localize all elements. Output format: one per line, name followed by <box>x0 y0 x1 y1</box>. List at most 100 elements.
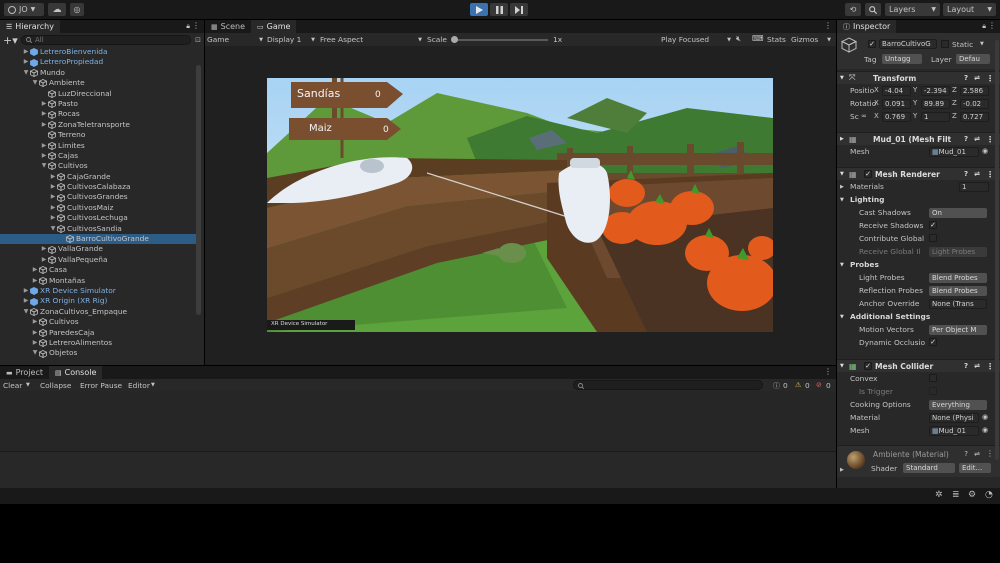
hierarchy-item[interactable]: ▶ CultivosCalabaza <box>0 182 196 192</box>
chevron-right-icon[interactable]: ▶ <box>49 182 57 192</box>
hierarchy-item[interactable]: ▼ Ambiente <box>0 78 196 88</box>
hierarchy-item[interactable]: ▶ CultivosGrandes <box>0 192 196 202</box>
mesh-renderer-header[interactable]: ▼ ▦ ✓ Mesh Renderer ? ⇌ ⋮ <box>837 167 1000 180</box>
hierarchy-item[interactable]: ▶ Limites <box>0 141 196 151</box>
position-y-field[interactable]: -2.394 <box>921 86 950 96</box>
static-checkbox[interactable] <box>941 40 949 48</box>
hierarchy-item[interactable]: ▶ CultivosLechuga <box>0 213 196 223</box>
editor-dropdown[interactable]: Editor <box>128 381 150 390</box>
game-mode-dropdown[interactable]: Game ▼ <box>205 34 263 45</box>
axis-z-label[interactable]: Z <box>952 86 957 94</box>
hierarchy-item[interactable]: ▶ Pasto <box>0 99 196 109</box>
hierarchy-item[interactable]: ▶ XR Device Simulator <box>0 286 196 296</box>
inspector-scrollbar[interactable] <box>995 40 999 460</box>
account-dropdown[interactable]: JO ▼ <box>4 3 44 16</box>
hierarchy-item[interactable]: ▶ ZonaTeletransporte <box>0 120 196 130</box>
preset-icon[interactable]: ⇌ <box>974 362 980 370</box>
lock-icon[interactable]: 🔒︎ <box>982 22 986 31</box>
error-pause-button[interactable]: Error Pause <box>80 381 122 390</box>
progress-icon[interactable]: ◔ <box>985 490 993 500</box>
materials-count-field[interactable]: 1 <box>959 182 989 192</box>
chevron-right-icon[interactable]: ▶ <box>40 255 48 265</box>
chevron-right-icon[interactable]: ▶ <box>22 57 30 67</box>
hierarchy-item[interactable]: BarroCultivoGrande <box>0 234 196 245</box>
more-icon[interactable]: ⋮ <box>192 21 200 30</box>
pause-button[interactable] <box>490 3 508 16</box>
scale-x-field[interactable]: 0.769 <box>882 112 911 122</box>
mesh-collider-header[interactable]: ▼ ▦ ✓ Mesh Collider ? ⇌ ⋮ <box>837 359 1000 372</box>
hierarchy-item[interactable]: ▶ LetreroPropiedad <box>0 57 196 67</box>
help-icon[interactable]: ? <box>964 135 968 143</box>
preset-icon[interactable]: ⇌ <box>974 170 980 178</box>
chevron-right-icon[interactable]: ▶ <box>31 265 39 275</box>
receive-gi-dropdown[interactable]: Light Probes <box>929 247 987 257</box>
object-picker-icon[interactable]: ◉ <box>982 147 988 155</box>
chevron-right-icon[interactable]: ▶ <box>40 109 48 119</box>
hierarchy-item[interactable]: ▶ VallaGrande <box>0 244 196 254</box>
stats-button[interactable]: Stats <box>767 35 786 44</box>
more-icon[interactable]: ⋮ <box>986 74 994 83</box>
motion-vectors-dropdown[interactable]: Per Object M <box>929 325 987 335</box>
scene-filter-icon[interactable]: ⊡ <box>195 36 201 44</box>
hierarchy-item[interactable]: ▶ ParedesCaja <box>0 328 196 338</box>
additional-settings-section[interactable]: ▼ Additional Settings <box>837 310 1000 323</box>
mute-audio-icon[interactable]: 🔇︎ <box>736 34 741 44</box>
axis-x-label[interactable]: X <box>874 112 879 120</box>
layout-dropdown[interactable]: Layout ▼ <box>943 3 996 16</box>
chevron-right-icon[interactable]: ▶ <box>31 328 39 338</box>
hierarchy-item[interactable]: ▼ Mundo <box>0 68 196 78</box>
tab-game[interactable]: ▭ Game <box>251 20 297 33</box>
search-button[interactable] <box>865 3 881 16</box>
chevron-right-icon[interactable]: ▶ <box>49 203 57 213</box>
step-button[interactable] <box>510 3 528 16</box>
materials-row[interactable]: ▶ Materials 1 <box>837 180 1000 193</box>
cloud-button[interactable]: ☁ <box>48 3 66 16</box>
more-icon[interactable]: ⋮ <box>986 135 994 144</box>
tab-inspector[interactable]: ⓘ Inspector <box>837 20 897 33</box>
tab-project[interactable]: ▬ Project <box>0 366 49 379</box>
game-viewport[interactable]: Sandías 0 Maiz 0 XR Device Simulator <box>267 78 773 332</box>
hierarchy-scrollbar[interactable] <box>196 65 201 315</box>
scale-y-field[interactable]: 1 <box>921 112 950 122</box>
preset-icon[interactable]: ⇌ <box>974 74 980 82</box>
chevron-down-icon[interactable]: ▼ <box>40 161 48 171</box>
log-error-icon[interactable]: ⊘ <box>816 381 822 389</box>
chevron-right-icon[interactable]: ▶ <box>40 244 48 254</box>
chevron-down-icon[interactable]: ▼ <box>31 78 39 88</box>
tag-dropdown[interactable]: Untagg <box>882 54 922 64</box>
lighting-section[interactable]: ▼ Lighting <box>837 193 1000 206</box>
cast-shadows-dropdown[interactable]: On <box>929 208 987 218</box>
bug-icon[interactable]: ✲ <box>935 490 943 500</box>
network-icon[interactable]: ⚙ <box>968 490 976 500</box>
receive-shadows-checkbox[interactable]: ✓ <box>929 221 937 229</box>
object-name-field[interactable]: BarroCultivoG <box>879 39 937 49</box>
chevron-right-icon[interactable]: ▶ <box>22 47 30 57</box>
chevron-down-icon[interactable]: ▼ <box>31 348 39 358</box>
mesh-filter-header[interactable]: ▶ ▦ Mud_01 (Mesh Filt ? ⇌ ⋮ <box>837 132 1000 145</box>
hierarchy-item[interactable]: ▶ XR Origin (XR Rig) <box>0 296 196 306</box>
hierarchy-item[interactable]: ▶ Rocas <box>0 109 196 119</box>
more-icon[interactable]: ⋮ <box>986 170 994 179</box>
chevron-right-icon[interactable]: ▶ <box>49 172 57 182</box>
object-picker-icon[interactable]: ◉ <box>982 426 988 434</box>
hierarchy-item[interactable]: ▶ LetreroAlimentos <box>0 338 196 348</box>
anchor-override-field[interactable]: None (Trans <box>929 299 987 309</box>
help-icon[interactable]: ? <box>964 74 968 82</box>
scale-slider-thumb[interactable] <box>451 36 458 43</box>
hierarchy-search-input[interactable]: All <box>21 35 192 45</box>
axis-y-label[interactable]: Y <box>913 99 917 107</box>
shader-dropdown[interactable]: Standard <box>903 463 955 473</box>
more-icon[interactable]: ⋮ <box>988 21 996 30</box>
position-x-field[interactable]: -4.04 <box>882 86 911 96</box>
hierarchy-item[interactable]: LuzDireccional <box>0 89 196 99</box>
lock-icon[interactable]: 🔒︎ <box>186 22 190 31</box>
console-search-input[interactable] <box>573 380 763 390</box>
chevron-right-icon[interactable]: ▶ <box>22 296 30 306</box>
help-icon[interactable]: ? <box>964 450 968 458</box>
transform-header[interactable]: ▼ ⤧ Transform ? ⇌ ⋮ <box>837 71 1000 84</box>
chevron-right-icon[interactable]: ▶ <box>40 99 48 109</box>
contribute-gi-checkbox[interactable] <box>929 234 937 242</box>
constrain-proportions-icon[interactable]: ∞ <box>861 112 867 120</box>
hierarchy-item[interactable]: ▼ CultivosSandia <box>0 224 196 234</box>
chevron-right-icon[interactable]: ▶ <box>40 141 48 151</box>
